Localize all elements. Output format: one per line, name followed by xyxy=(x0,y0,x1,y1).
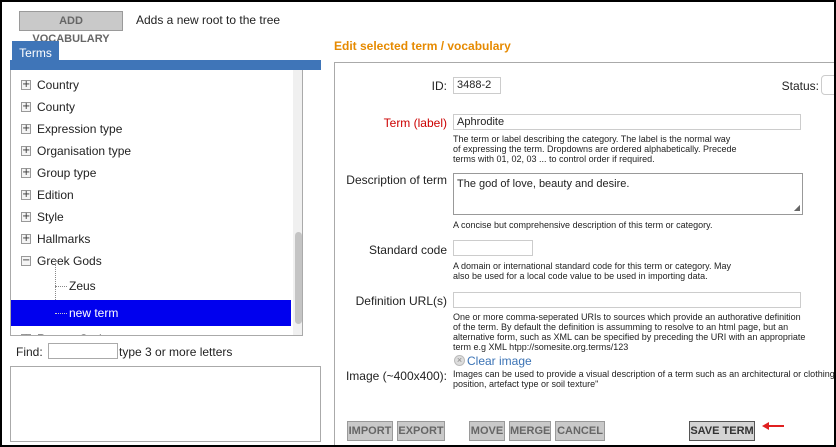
expand-icon[interactable]: + xyxy=(21,146,31,156)
description-label: Description of term xyxy=(346,173,447,187)
save-term-button[interactable]: SAVE TERM xyxy=(689,421,755,441)
definition-url-field[interactable] xyxy=(453,292,801,308)
id-field[interactable]: 3488-2 xyxy=(453,77,501,94)
clear-image-link[interactable]: Clear image xyxy=(467,354,532,368)
tree-item-label: Roman Gods xyxy=(37,328,108,335)
add-vocabulary-button[interactable]: ADD VOCABULARY xyxy=(19,11,123,45)
tab-terms[interactable]: Terms xyxy=(12,41,59,63)
tree-item-new-term[interactable]: new term xyxy=(11,300,291,326)
find-hint: type 3 or more letters xyxy=(119,345,233,359)
find-input[interactable] xyxy=(48,343,118,359)
term-help: The term or label describing the categor… xyxy=(453,134,737,164)
cancel-button[interactable]: CANCEL xyxy=(555,421,605,441)
collapse-icon[interactable]: − xyxy=(21,256,31,266)
definition-url-help: One or more comma-seperated URIs to sour… xyxy=(453,312,806,352)
standard-code-label: Standard code xyxy=(368,243,447,257)
tree-item-roman-gods[interactable]: + Roman Gods xyxy=(11,328,291,335)
export-button[interactable]: EXPORT xyxy=(397,421,445,441)
scroll-thumb[interactable] xyxy=(295,232,302,324)
add-vocabulary-hint: Adds a new root to the tree xyxy=(136,13,281,27)
expand-icon[interactable]: + xyxy=(21,124,31,134)
tree-item-edition[interactable]: + Edition xyxy=(11,184,291,206)
expand-icon[interactable]: + xyxy=(21,190,31,200)
standard-code-field[interactable] xyxy=(453,240,533,256)
tree-item-style[interactable]: + Style xyxy=(11,206,291,228)
tree-item-hallmarks[interactable]: + Hallmarks xyxy=(11,228,291,250)
clear-icon[interactable]: × xyxy=(454,355,465,366)
description-help: A concise but comprehensive description … xyxy=(453,220,713,230)
expand-icon[interactable]: + xyxy=(21,168,31,178)
tree-item-label: Greek Gods xyxy=(37,254,102,268)
image-help: Images can be used to provide a visual d… xyxy=(453,369,834,389)
tree-scrollbar[interactable] xyxy=(293,70,302,335)
edit-form: ID: 3488-2 Status: Term (label) Aphrodit… xyxy=(334,62,834,445)
term-label: Term (label) xyxy=(383,116,447,130)
expand-icon[interactable]: + xyxy=(21,80,31,90)
tree-item-label: Group type xyxy=(37,166,97,180)
tree-connector xyxy=(55,286,67,287)
tree-connector xyxy=(55,313,67,314)
expand-icon[interactable]: + xyxy=(21,234,31,244)
status-label: Status: xyxy=(781,79,819,93)
expand-icon[interactable]: + xyxy=(21,212,31,222)
standard-code-help: A domain or international standard code … xyxy=(453,261,731,281)
id-label: ID: xyxy=(431,79,447,93)
term-tree: + Country + County + Expression type + Organ… xyxy=(10,70,303,336)
tree-item-label: Organisation type xyxy=(37,144,132,158)
tree-item-greek-gods[interactable]: − Greek Gods xyxy=(11,250,291,272)
description-text: The god of love, beauty and desire. xyxy=(457,178,630,190)
import-button[interactable]: IMPORT xyxy=(347,421,393,441)
tree-item-country[interactable]: + Country xyxy=(11,74,291,96)
tree-item-zeus[interactable]: Zeus xyxy=(69,275,96,297)
tree-item-label: Edition xyxy=(37,188,74,202)
move-button[interactable]: MOVE xyxy=(469,421,505,441)
tree-item-label: Hallmarks xyxy=(37,232,91,246)
tree-item-label: Expression type xyxy=(37,122,123,136)
find-results[interactable] xyxy=(10,366,321,442)
app-frame: ADD VOCABULARY Adds a new root to the tr… xyxy=(2,2,834,445)
panel-title: Edit selected term / vocabulary xyxy=(334,39,511,53)
tree-item-group-type[interactable]: + Group type xyxy=(11,162,291,184)
term-field[interactable]: Aphrodite xyxy=(453,114,801,130)
tree-item-county[interactable]: + County xyxy=(11,96,291,118)
description-field[interactable]: The god of love, beauty and desire. ◢ xyxy=(453,173,803,215)
merge-button[interactable]: MERGE xyxy=(509,421,551,441)
tree-item-label: County xyxy=(37,100,76,114)
tree-item-label: Style xyxy=(37,210,64,224)
expand-icon[interactable]: + xyxy=(21,102,31,112)
tree-item-expression-type[interactable]: + Expression type xyxy=(11,118,291,140)
red-arrow-icon xyxy=(762,422,784,430)
expand-icon[interactable]: + xyxy=(21,334,31,335)
find-label: Find: xyxy=(16,345,43,359)
definition-url-label: Definition URL(s) xyxy=(355,294,447,308)
image-label: Image (~400x400): xyxy=(345,369,447,383)
resize-handle-icon[interactable]: ◢ xyxy=(794,203,800,212)
tree-item-label: Country xyxy=(37,78,80,92)
status-select[interactable] xyxy=(821,75,834,95)
tree-item-organisation-type[interactable]: + Organisation type xyxy=(11,140,291,162)
tree-item-label: new term xyxy=(69,306,119,320)
